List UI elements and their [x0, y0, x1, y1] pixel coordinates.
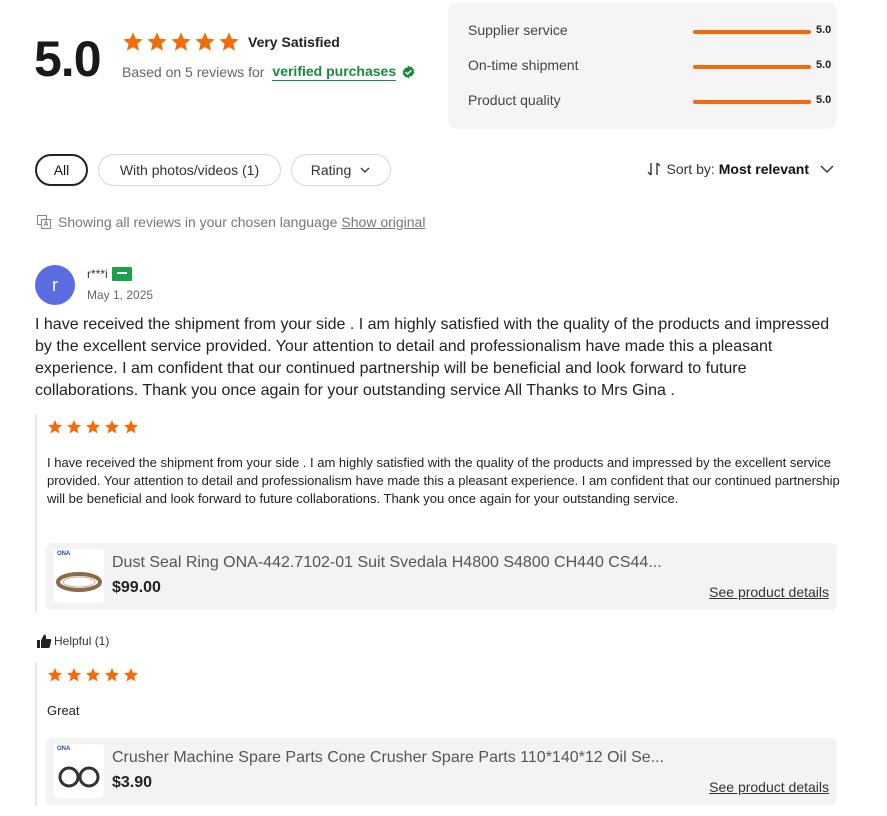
review-date: May 1, 2025 [87, 288, 154, 302]
show-original-link[interactable]: Show original [341, 214, 425, 230]
star-icon [86, 420, 100, 434]
metric-bar [693, 30, 811, 34]
star-icon [105, 420, 119, 434]
star-icon [124, 420, 138, 434]
star-icon [48, 420, 62, 434]
metric-label: Supplier service [468, 22, 568, 38]
product-review-text: Great [47, 703, 80, 718]
see-product-details-link[interactable]: See product details [709, 584, 829, 600]
metric-fill [693, 65, 811, 69]
metric-bar [693, 65, 811, 69]
star-icon [124, 668, 138, 682]
metric-product-quality: Product quality 5.0 [468, 92, 831, 112]
product-title[interactable]: Dust Seal Ring ONA-442.7102-01 Suit Sved… [112, 554, 662, 572]
language-notice-text: Showing all reviews in your chosen langu… [58, 214, 338, 230]
product-title[interactable]: Crusher Machine Spare Parts Cone Crusher… [112, 749, 664, 767]
chevron-down-icon [360, 167, 370, 173]
star-icon [147, 32, 167, 51]
avatar: r [35, 265, 75, 305]
review-text: I have received the shipment from your s… [35, 316, 830, 399]
language-notice: Showing all reviews in your chosen langu… [36, 214, 425, 230]
star-icon [171, 32, 191, 51]
product-review-stars [47, 419, 142, 435]
filter-photos-chip[interactable]: With photos/videos (1) [98, 154, 281, 186]
product-brand: ONA [57, 551, 71, 557]
metric-value: 5.0 [816, 59, 832, 71]
translate-icon [36, 214, 52, 230]
product-brand: ONA [57, 746, 71, 752]
rating-metrics-panel: Supplier service 5.0 On-time shipment 5.… [448, 2, 837, 129]
star-icon [86, 668, 100, 682]
metric-label: On-time shipment [468, 57, 579, 73]
star-icon [219, 32, 239, 51]
metric-value: 5.0 [816, 94, 832, 106]
overall-stars: Very Satisfied [122, 31, 340, 53]
see-product-details-link[interactable]: See product details [709, 779, 829, 795]
star-icon [105, 668, 119, 682]
sort-dropdown[interactable]: Sort by: Most relevant [645, 160, 836, 178]
sort-value: Most relevant [718, 161, 809, 177]
reviewer-name: r***i [87, 267, 108, 281]
metric-supplier-service: Supplier service 5.0 [468, 22, 831, 42]
country-flag-icon [111, 267, 132, 281]
product-price: $3.90 [112, 774, 153, 791]
star-icon [195, 32, 215, 51]
star-icon [123, 32, 143, 51]
star-icon [67, 668, 81, 682]
based-on-text: Based on 5 reviews for [122, 64, 265, 80]
product-price: $99.00 [112, 579, 161, 596]
helpful-button[interactable]: Helpful (1) [36, 633, 109, 649]
rating-filter-label: Rating [310, 162, 352, 178]
thumbs-up-icon [37, 634, 52, 648]
helpful-label: Helpful (1) [54, 634, 110, 648]
metric-bar [693, 100, 811, 104]
rating-label: Very Satisfied [248, 34, 340, 50]
oil-seal-image [58, 766, 100, 788]
sort-icon [647, 162, 660, 176]
star-icon [48, 668, 62, 682]
seal-ring-image [56, 572, 102, 592]
verified-purchases-link[interactable]: verified purchases [272, 63, 397, 81]
overall-score: 5.0 [34, 31, 102, 87]
verified-badge-icon [402, 65, 415, 78]
filter-rating-dropdown[interactable]: Rating [291, 154, 391, 186]
chevron-down-icon [820, 165, 834, 173]
review-basis: Based on 5 reviews for verified purchase… [122, 63, 416, 81]
star-icon [67, 420, 81, 434]
filter-all-chip[interactable]: All [35, 154, 88, 186]
product-review-stars [47, 667, 142, 683]
sort-label: Sort by: [666, 161, 715, 177]
metric-fill [693, 100, 811, 104]
metric-value: 5.0 [816, 24, 832, 36]
product-thumbnail: ONA [54, 744, 104, 798]
metric-on-time-shipment: On-time shipment 5.0 [468, 57, 831, 77]
metric-fill [693, 30, 811, 34]
product-card[interactable]: ONA Crusher Machine Spare Parts Cone Cru… [46, 738, 837, 805]
product-thumbnail: ONA [54, 549, 104, 603]
reviewer-name-row: r***i [87, 267, 132, 281]
product-review-text: I have received the shipment from your s… [47, 455, 840, 506]
metric-label: Product quality [468, 92, 561, 108]
product-card[interactable]: ONA Dust Seal Ring ONA-442.7102-01 Suit … [46, 543, 837, 610]
